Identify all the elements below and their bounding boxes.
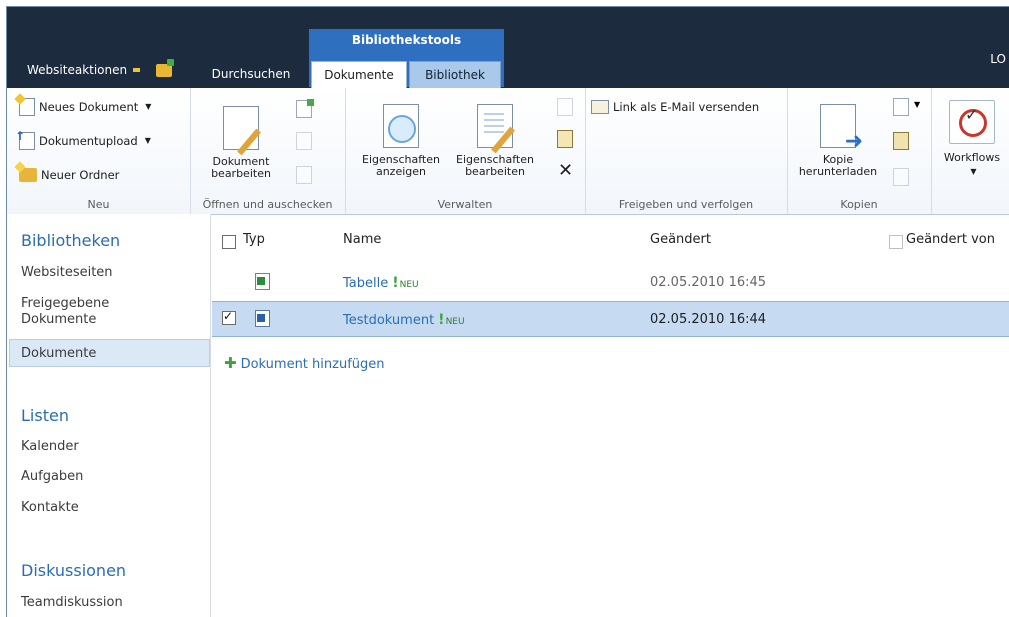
nav-item-teamdiskussion[interactable]: Teamdiskussion <box>21 595 123 611</box>
group-manage: Eigenschaften anzeigen Eigenschaften bea… <box>345 88 586 214</box>
add-document-label: Dokument hinzufügen <box>240 357 385 372</box>
tab-library[interactable]: Bibliothek <box>409 61 501 89</box>
ribbon: Neues Dokument ▼ Dokumentupload ▼ Neuer … <box>7 88 1009 215</box>
manage-copies-icon[interactable] <box>893 132 909 150</box>
view-properties-button[interactable]: Eigenschaften anzeigen <box>351 104 451 178</box>
email-link-button[interactable]: Link als E-Mail versenden <box>591 100 759 114</box>
table-row-1-modified: 02.05.2010 16:45 <box>650 275 767 290</box>
nav-item-kontakte[interactable]: Kontakte <box>21 500 79 516</box>
group-label-share-track: Freigeben und verfolgen <box>618 198 754 211</box>
upload-document-button[interactable]: Dokumentupload ▼ <box>15 129 151 150</box>
upload-icon <box>15 129 35 150</box>
table-row-selected[interactable] <box>212 301 1009 337</box>
workflows-label: Workflows <box>943 151 1001 164</box>
download-copy-label-2: herunterladen <box>798 165 878 178</box>
group-copies: ➜ Kopie herunterladen ▼ Kopien <box>787 88 932 214</box>
chevron-down-icon[interactable]: ▼ <box>914 100 920 109</box>
edit-properties-icon <box>477 104 515 154</box>
edit-properties-label-2: bearbeiten <box>465 165 525 178</box>
new-folder-label: Neuer Ordner <box>41 168 120 182</box>
group-workflows: Workflows ▼ <box>931 88 1009 214</box>
group-new: Neues Dokument ▼ Dokumentupload ▼ Neuer … <box>7 88 191 214</box>
chevron-down-icon: ▼ <box>145 102 152 111</box>
column-header-modified-by[interactable]: Geändert von <box>906 232 995 247</box>
new-document-label: Neues Dokument <box>39 100 139 114</box>
edit-properties-button[interactable]: Eigenschaften bearbeiten <box>445 104 545 178</box>
new-document-icon <box>19 98 35 116</box>
add-document-link[interactable]: ✚ Dokument hinzufügen <box>224 354 385 372</box>
view-properties-icon <box>383 104 419 148</box>
table-row-2-modified: 02.05.2010 16:44 <box>650 312 767 327</box>
row-2-checkbox[interactable] <box>222 309 236 325</box>
go-to-source-icon[interactable] <box>893 168 909 186</box>
dropdown-arrow-icon <box>133 68 141 72</box>
group-label-copies: Kopien <box>840 198 878 211</box>
new-badge: !NEU <box>438 312 465 328</box>
nav-item-freigegebene-dokumente[interactable]: Freigegebene Dokumente <box>21 296 161 328</box>
column-header-name[interactable]: Name <box>343 232 381 247</box>
nav-heading-discussions[interactable]: Diskussionen <box>21 561 126 580</box>
user-menu[interactable]: LO <box>990 52 1006 66</box>
email-link-label: Link als E-Mail versenden <box>613 100 760 114</box>
download-copy-icon: ➜ <box>820 104 863 153</box>
select-all-checkbox[interactable] <box>222 235 236 249</box>
chevron-down-icon: ▼ <box>970 167 977 176</box>
tab-documents[interactable]: Dokumente <box>311 61 407 89</box>
email-icon <box>591 100 609 114</box>
group-label-open-checkout: Öffnen und auschecken <box>202 198 333 211</box>
workflows-icon <box>949 100 995 144</box>
tab-browse[interactable]: Durchsuchen <box>205 61 297 88</box>
table-row-1-name[interactable]: Tabelle !NEU <box>343 275 419 291</box>
edit-document-button[interactable]: Dokument bearbeiten <box>206 106 276 180</box>
new-folder-icon <box>19 168 37 182</box>
upload-document-label: Dokumentupload <box>39 134 138 148</box>
nav-item-dokumente[interactable]: Dokumente <box>21 346 96 362</box>
contextual-group-title: Bibliothekstools <box>351 33 462 47</box>
sharepoint-window: Bibliothekstools Websiteaktionen Durchsu… <box>6 6 1009 617</box>
version-history-icon[interactable] <box>557 98 573 116</box>
edit-document-label-2: bearbeiten <box>211 167 271 180</box>
site-actions-label: Websiteaktionen <box>27 63 128 77</box>
group-label-manage: Verwalten <box>437 198 493 211</box>
site-actions-menu[interactable]: Websiteaktionen <box>27 58 175 77</box>
discard-checkout-icon[interactable] <box>296 166 312 184</box>
modified-by-checkbox[interactable] <box>889 235 903 249</box>
check-in-icon[interactable] <box>296 132 312 150</box>
excel-file-icon <box>255 273 270 290</box>
download-copy-button[interactable]: ➜ Kopie herunterladen <box>791 104 885 178</box>
nav-item-websiteseiten[interactable]: Websiteseiten <box>21 265 113 281</box>
word-document-icon <box>255 310 270 327</box>
new-badge: !NEU <box>392 275 419 291</box>
edit-document-icon <box>223 106 261 156</box>
table-row-2-name[interactable]: Testdokument !NEU <box>343 312 465 328</box>
plus-icon: ✚ <box>224 354 237 372</box>
nav-item-kalender[interactable]: Kalender <box>21 439 79 455</box>
chevron-down-icon: ▼ <box>144 136 151 145</box>
column-header-type[interactable]: Typ <box>243 232 265 247</box>
file-name-tabelle[interactable]: Tabelle <box>343 276 388 291</box>
check-out-icon[interactable] <box>296 99 314 118</box>
nav-item-aufgaben[interactable]: Aufgaben <box>21 469 83 485</box>
permissions-icon[interactable] <box>557 130 573 148</box>
new-folder-button[interactable]: Neuer Ordner <box>19 168 119 182</box>
group-open-checkout: Dokument bearbeiten Öffnen und auschecke… <box>190 88 346 214</box>
new-document-button[interactable]: Neues Dokument ▼ <box>19 98 151 116</box>
column-header-modified[interactable]: Geändert <box>650 232 711 247</box>
send-to-icon[interactable] <box>893 98 909 116</box>
workflows-button[interactable]: Workflows ▼ <box>935 100 1009 178</box>
view-properties-label-2: anzeigen <box>375 165 427 178</box>
delete-icon[interactable]: ✕ <box>558 160 573 181</box>
nav-heading-libraries[interactable]: Bibliotheken <box>21 231 120 250</box>
navigate-up-icon[interactable] <box>156 58 175 77</box>
nav-heading-lists[interactable]: Listen <box>21 406 69 425</box>
file-name-testdokument[interactable]: Testdokument <box>343 313 434 328</box>
group-share-track: Link als E-Mail versenden Freigeben und … <box>585 88 788 214</box>
group-label-new: Neu <box>87 198 110 211</box>
